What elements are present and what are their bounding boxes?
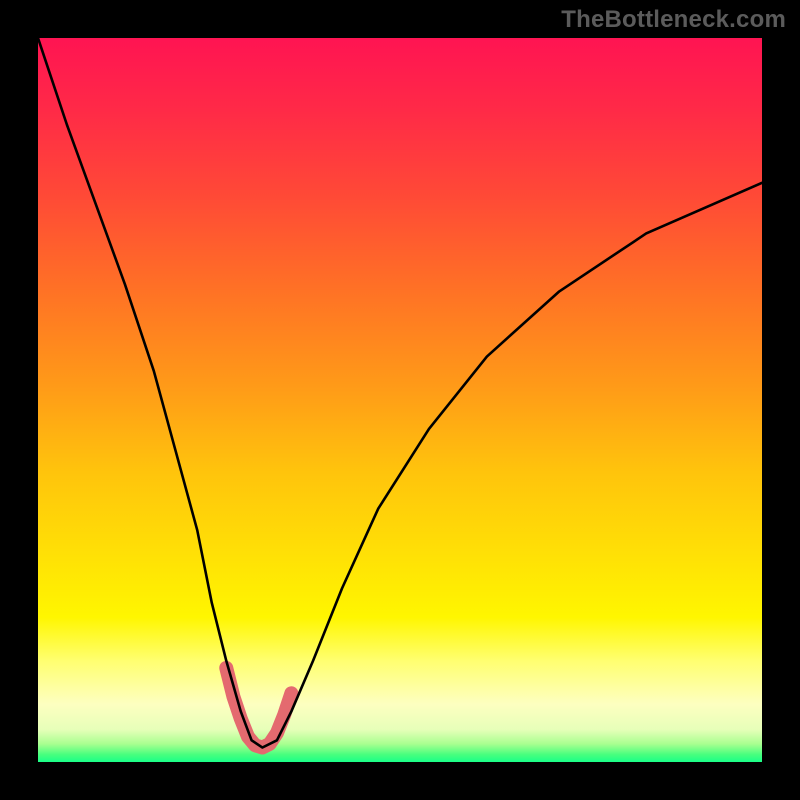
watermark-text: TheBottleneck.com [561,6,786,34]
curve-layer [38,38,762,762]
bottleneck-curve [38,38,762,748]
plot-area [38,38,762,762]
trough-highlight [226,668,291,748]
chart-stage: TheBottleneck.com [0,0,800,800]
